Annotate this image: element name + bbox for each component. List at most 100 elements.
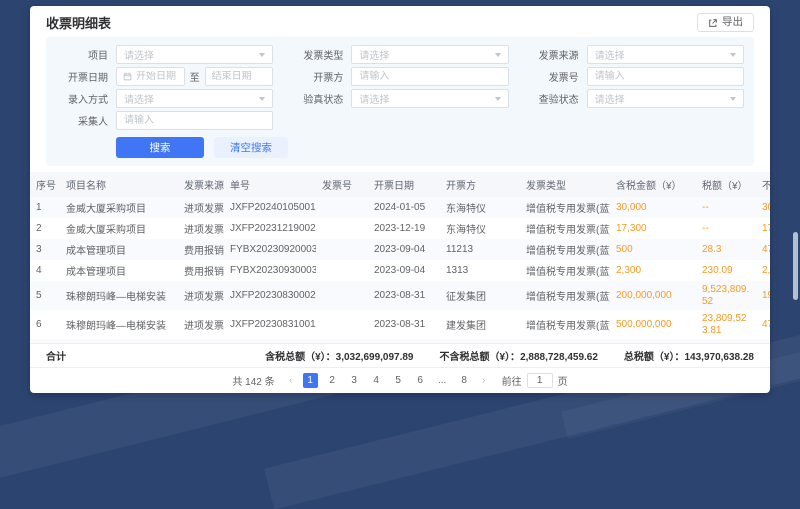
cell-net: 190,476,190.48 [756, 281, 770, 310]
invoice-table-container: 序号 项目名称 发票来源 单号 发票号 开票日期 开票方 发票类型 含税金额（¥… [30, 172, 770, 343]
cell-invoice-no [316, 197, 368, 218]
col-net: 不含税金额（¥） [756, 172, 770, 197]
col-order-no: 单号 [224, 172, 316, 197]
cell-order-no: FYBX20230920003 [224, 239, 316, 260]
cell-amount: 500,000,000 [610, 310, 696, 339]
summary-excl-total: 不含税总额（¥）：2,888,728,459.62 [440, 348, 598, 363]
cell-project: 成本管理项目 [60, 260, 178, 281]
summary-tax-total: 总税额（¥）：143,970,638.28 [624, 348, 754, 363]
collector-input[interactable] [116, 111, 273, 130]
cell-no: 4 [30, 260, 60, 281]
page-scrollbar-thumb[interactable] [793, 232, 798, 300]
cell-tax: -- [696, 218, 756, 239]
card-header: 收票明细表 导出 [30, 6, 770, 37]
cell-issuer: 1313 [440, 260, 520, 281]
prev-page-icon[interactable]: ‹ [286, 373, 296, 388]
invoice-source-select[interactable]: 请选择 [587, 45, 744, 64]
invoice-type-select[interactable]: 请选择 [351, 45, 508, 64]
filter-label: 开票方 [291, 69, 343, 84]
invoice-table: 序号 项目名称 发票来源 单号 发票号 开票日期 开票方 发票类型 含税金额（¥… [30, 172, 770, 343]
filter-check-status: 查验状态 请选择 [527, 89, 744, 108]
page-button-6[interactable]: 6 [413, 373, 428, 388]
pagination: 共 142 条 ‹ 1 2 3 4 5 6 ... 8 › 前往 页 [30, 368, 770, 393]
table-row: 5 珠穆朗玛峰—电梯安装 进项发票 JXFP20230830002 2023-0… [30, 281, 770, 310]
summary-totals: 含税总额（¥）：3,032,699,097.89 不含税总额（¥）：2,888,… [265, 348, 754, 363]
table-row: 6 珠穆朗玛峰—电梯安装 进项发票 JXFP20230831001 2023-0… [30, 310, 770, 339]
cell-date: 2023-09-04 [368, 260, 440, 281]
col-project: 项目名称 [60, 172, 178, 197]
date-range-separator: 至 [190, 69, 200, 84]
search-button[interactable]: 搜索 [116, 137, 204, 158]
cell-issuer: 东海特仪 [440, 218, 520, 239]
col-date: 开票日期 [368, 172, 440, 197]
cell-net: 17,300 [756, 218, 770, 239]
cell-amount: 2,300 [610, 260, 696, 281]
col-type: 发票类型 [520, 172, 610, 197]
cell-no: 2 [30, 218, 60, 239]
next-page-icon[interactable]: › [479, 373, 489, 388]
export-button[interactable]: 导出 [697, 13, 754, 32]
issuer-input[interactable] [351, 67, 508, 86]
page-button-8[interactable]: 8 [457, 373, 472, 388]
goto-page-input[interactable] [527, 373, 553, 388]
goto-page: 前往 页 [502, 373, 568, 388]
cell-date: 2024-01-05 [368, 197, 440, 218]
page-button-5[interactable]: 5 [391, 373, 406, 388]
page-button-2[interactable]: 2 [325, 373, 340, 388]
page-button-3[interactable]: 3 [347, 373, 362, 388]
verify-status-select[interactable]: 请选择 [351, 89, 508, 108]
filter-entry-method: 录入方式 请选择 [56, 89, 273, 108]
cell-no: 6 [30, 310, 60, 339]
entry-method-select[interactable]: 请选择 [116, 89, 273, 108]
table-row: 1 金威大厦采购项目 进项发票 JXFP20240105001 2024-01-… [30, 197, 770, 218]
end-date-input[interactable] [205, 67, 274, 86]
cell-project: 成本管理项目 [60, 239, 178, 260]
filter-invoice-no: 发票号 [527, 67, 744, 86]
page-ellipsis[interactable]: ... [435, 373, 450, 388]
cell-amount: 30,000 [610, 197, 696, 218]
chevron-down-icon [495, 97, 501, 101]
filter-label: 采集人 [56, 113, 108, 128]
cell-date: 2023-08-31 [368, 281, 440, 310]
goto-suffix: 页 [558, 373, 568, 388]
filter-issuer: 开票方 [291, 67, 508, 86]
clear-search-button[interactable]: 清空搜索 [214, 137, 288, 158]
filter-label: 开票日期 [56, 69, 108, 84]
end-date-field[interactable] [212, 71, 267, 82]
cell-issuer: 征发集团 [440, 281, 520, 310]
cell-source: 进项发票 [178, 197, 224, 218]
table-row: 2 金威大厦采购项目 进项发票 JXFP20231219002 2023-12-… [30, 218, 770, 239]
filter-verify-status: 验真状态 请选择 [291, 89, 508, 108]
start-date-input[interactable] [116, 67, 185, 86]
export-label: 导出 [722, 17, 743, 28]
page-button-4[interactable]: 4 [369, 373, 384, 388]
cell-invoice-no [316, 218, 368, 239]
chevron-down-icon [259, 53, 265, 57]
cell-no: 5 [30, 281, 60, 310]
cell-project: 金威大厦采购项目 [60, 197, 178, 218]
calendar-icon [123, 72, 132, 81]
cell-tax: 28.3 [696, 239, 756, 260]
chevron-down-icon [730, 53, 736, 57]
chevron-down-icon [495, 53, 501, 57]
project-select[interactable]: 请选择 [116, 45, 273, 64]
page-button-1[interactable]: 1 [303, 373, 318, 388]
check-status-select[interactable]: 请选择 [587, 89, 744, 108]
cell-order-no: JXFP20230830002 [224, 281, 316, 310]
table-header-row: 序号 项目名称 发票来源 单号 发票号 开票日期 开票方 发票类型 含税金额（¥… [30, 172, 770, 197]
cell-order-no: JXFP20240105001 [224, 197, 316, 218]
page-background: { "colors": { "accent": "#4076f6", "amou… [0, 0, 800, 409]
start-date-field[interactable] [136, 71, 178, 82]
cell-invoice-no [316, 281, 368, 310]
cell-type: 增值税专用发票(蓝) [520, 310, 610, 339]
col-amount: 含税金额（¥） [610, 172, 696, 197]
invoice-no-input[interactable] [587, 67, 744, 86]
invoice-detail-card: 收票明细表 导出 项目 请选择 发票类型 请选择 [30, 6, 770, 393]
cell-invoice-no [316, 239, 368, 260]
col-tax: 税额（¥） [696, 172, 756, 197]
cell-date: 2023-08-31 [368, 310, 440, 339]
cell-date: 2023-12-19 [368, 218, 440, 239]
filter-label: 发票号 [527, 69, 579, 84]
summary-bar: 合计 含税总额（¥）：3,032,699,097.89 不含税总额（¥）：2,8… [30, 343, 770, 368]
export-icon [708, 18, 718, 28]
